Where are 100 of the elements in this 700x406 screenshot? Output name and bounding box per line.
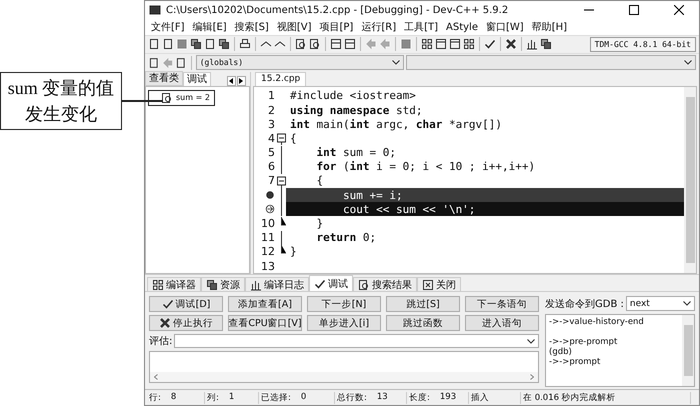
scrollbar[interactable] bbox=[150, 372, 538, 382]
panel-tab[interactable]: 搜索结果 bbox=[353, 277, 417, 292]
chevron-down-icon[interactable] bbox=[392, 60, 400, 66]
check-icon[interactable] bbox=[484, 38, 496, 50]
document-icon[interactable] bbox=[162, 38, 174, 50]
menu-item[interactable]: 帮助[H] bbox=[528, 20, 572, 35]
menu-item[interactable]: 项目[P] bbox=[316, 20, 358, 35]
scope-dropdown[interactable]: (globals) bbox=[196, 55, 404, 70]
scroll-right-button[interactable] bbox=[237, 76, 246, 86]
window-icon[interactable] bbox=[435, 38, 447, 50]
menu-item[interactable]: 搜索[S] bbox=[230, 20, 273, 35]
file-tab[interactable]: 15.2.cpp bbox=[255, 72, 306, 86]
line-number: 6 bbox=[268, 160, 275, 174]
debug-button[interactable]: 跳过[S] bbox=[386, 296, 460, 312]
printer-icon[interactable] bbox=[239, 38, 251, 50]
panel-tab[interactable]: 调试 bbox=[309, 275, 353, 292]
menu-item[interactable]: AStyle bbox=[442, 20, 482, 35]
gdb-command-dropdown[interactable]: next bbox=[626, 296, 695, 312]
magnifier-icon[interactable] bbox=[295, 38, 307, 50]
pages-icon[interactable] bbox=[540, 38, 552, 50]
code-line: for (int i = 0; i < 10 ; i++,i++) bbox=[316, 160, 536, 174]
document-icon[interactable] bbox=[175, 56, 187, 69]
field-label: 发送命令到GDB : bbox=[545, 298, 624, 311]
evaluate-field[interactable] bbox=[174, 334, 539, 348]
menu-item[interactable]: 窗口[W] bbox=[482, 20, 528, 35]
bar-chart-icon bbox=[250, 278, 262, 291]
debug-button[interactable]: 查看CPU窗口[V] bbox=[228, 315, 302, 332]
status-item: 列: 1 bbox=[205, 392, 259, 404]
debug-button[interactable]: 下一步[N] bbox=[307, 296, 381, 312]
menu-item[interactable]: 文件[F] bbox=[147, 20, 189, 35]
chevron-down-icon[interactable] bbox=[684, 60, 692, 66]
code-line: sum += i; bbox=[342, 188, 403, 202]
menu-item[interactable]: 视图[V] bbox=[272, 20, 316, 35]
check-icon bbox=[162, 298, 174, 310]
watch-item[interactable]: sum = 2 bbox=[148, 90, 215, 106]
debug-button[interactable]: 单步进入[i] bbox=[307, 315, 381, 332]
document-icon[interactable] bbox=[148, 56, 160, 69]
pages-icon[interactable] bbox=[190, 38, 202, 50]
code-line: } bbox=[315, 217, 324, 230]
log-line: (gdb) bbox=[549, 347, 573, 358]
log-line: ->->prompt bbox=[549, 357, 602, 368]
scrollbar[interactable] bbox=[684, 86, 696, 274]
document-icon[interactable] bbox=[148, 38, 160, 50]
status-item: 已选择: 0 bbox=[259, 392, 335, 404]
scroll-right-icon[interactable] bbox=[530, 374, 534, 380]
line-number: 1 bbox=[268, 89, 275, 102]
close-icon[interactable] bbox=[505, 38, 517, 50]
chevron-down-icon[interactable] bbox=[527, 338, 535, 344]
window-icon[interactable] bbox=[449, 38, 461, 50]
callout-text: sum 变量的值发生变化 bbox=[0, 72, 122, 130]
close-window-icon bbox=[422, 278, 434, 291]
grid-icon[interactable] bbox=[463, 38, 475, 50]
status-item: 行: 8 bbox=[147, 392, 205, 404]
line-number: 3 bbox=[268, 118, 275, 131]
debug-button[interactable]: 下一条语句 bbox=[465, 296, 539, 312]
menu-item[interactable]: 工具[T] bbox=[400, 20, 442, 35]
code-line: } bbox=[289, 245, 297, 258]
fold-icon[interactable] bbox=[276, 174, 286, 188]
compiler-dropdown[interactable]: TDM-GCC 4.8.1 64-bit bbox=[590, 36, 696, 52]
status-item: 插入 bbox=[469, 392, 521, 404]
window-title: C:\Users\10202\Documents\15.2.cpp - [Debugging] - Dev-C++ 5.9.2 bbox=[166, 4, 510, 16]
line-number: 5 bbox=[268, 146, 275, 160]
chevron-down-icon[interactable] bbox=[683, 301, 691, 306]
code-editor[interactable]: 1 #include <iostream> 2 using namespace std; 3 int main(int argc, char *argv[]) 4 { 5 int sum = 0; 6 for (int i = 0; i < 10 ; i++,i++) 7 { sum += i; cout << sum << '\n'; 10 } 11 return 0; 12 } 13 bbox=[253, 86, 697, 274]
log-line: ->->value-history-end bbox=[549, 317, 645, 328]
pages-icon[interactable] bbox=[218, 38, 230, 50]
panel-tab[interactable]: 关闭 bbox=[417, 277, 461, 292]
code-line: using namespace std; bbox=[289, 104, 422, 117]
code-line: return 0; bbox=[316, 231, 376, 244]
menu-item[interactable]: 编辑[E] bbox=[188, 20, 231, 35]
scroll-left-button[interactable] bbox=[227, 76, 236, 86]
panel-tab[interactable]: 编译日志 bbox=[245, 277, 309, 292]
debug-button[interactable]: 进入语句 bbox=[465, 315, 539, 332]
menu-item[interactable]: 运行[R] bbox=[357, 20, 400, 35]
panel-tab[interactable]: 查看类 bbox=[145, 70, 183, 86]
debug-button[interactable]: 添加查看[A] bbox=[228, 296, 302, 312]
fold-icon[interactable] bbox=[276, 131, 286, 146]
field-label: 评估: bbox=[149, 335, 172, 348]
debug-button[interactable]: 跳过函数 bbox=[386, 315, 460, 332]
document-icon[interactable] bbox=[204, 38, 216, 50]
panel-icon[interactable] bbox=[330, 38, 342, 50]
line-number: 4 bbox=[268, 132, 275, 145]
log-line: ->->pre-prompt bbox=[549, 337, 618, 348]
leader-line bbox=[121, 100, 163, 102]
status-item: 在 0.016 秒内完成解析 bbox=[521, 392, 691, 404]
bar-chart-icon[interactable] bbox=[526, 38, 538, 50]
magnifier-icon bbox=[161, 92, 173, 104]
magnifier-icon[interactable] bbox=[309, 38, 321, 50]
grid-icon[interactable] bbox=[421, 38, 433, 50]
panel-icon[interactable] bbox=[344, 38, 356, 50]
debug-button[interactable]: 停止执行 bbox=[149, 315, 223, 332]
panel-tab[interactable]: 调试 bbox=[183, 72, 211, 86]
scroll-left-icon[interactable] bbox=[154, 374, 158, 380]
panel-tab[interactable]: 资源 bbox=[201, 277, 245, 292]
maximize-icon[interactable] bbox=[629, 5, 639, 16]
close-icon[interactable] bbox=[674, 5, 684, 16]
magnifier-icon bbox=[358, 278, 370, 291]
panel-tab[interactable]: 编译器 bbox=[147, 277, 201, 292]
debug-button[interactable]: 调试[D] bbox=[149, 296, 223, 312]
scrollbar[interactable] bbox=[682, 315, 694, 386]
